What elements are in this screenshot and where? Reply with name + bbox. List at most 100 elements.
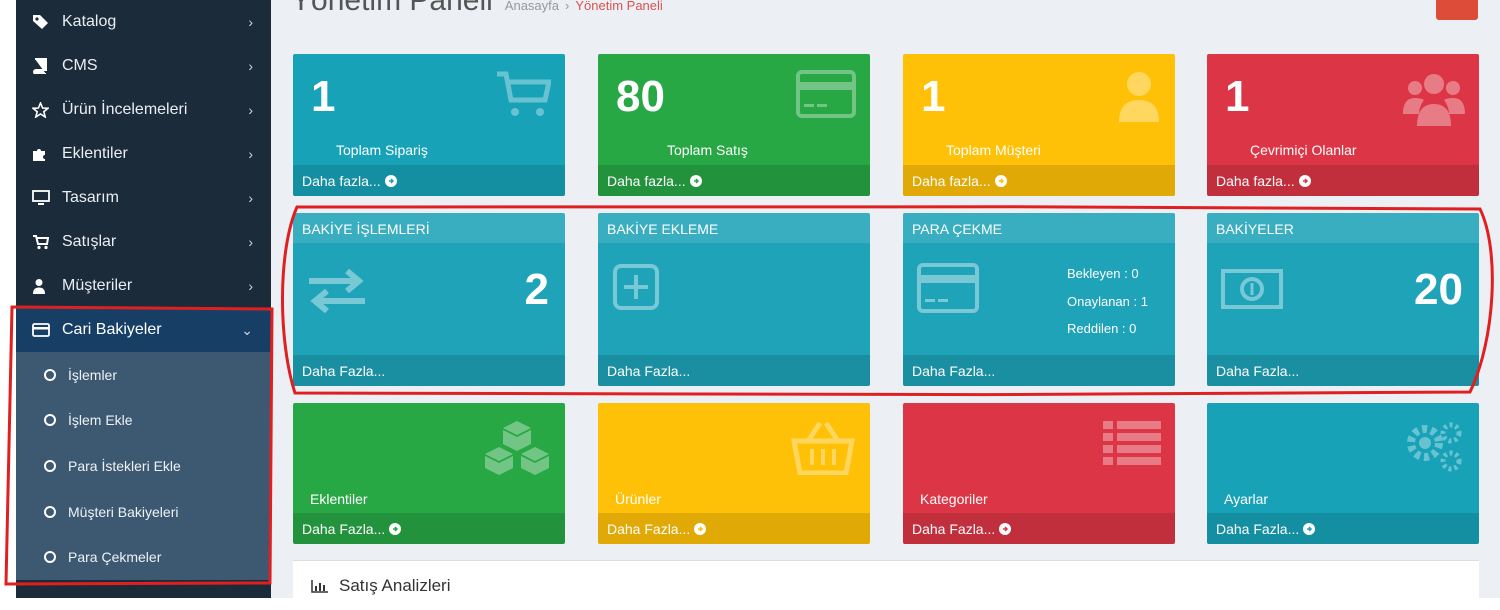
circle-icon [44, 459, 56, 472]
stat-card-customers: 1 Toplam Müşteri Daha fazla... [903, 54, 1175, 196]
sidebar-subitem-withdrawals[interactable]: Para Çekmeler [16, 534, 271, 580]
more-link-label: Daha Fazla... [607, 520, 691, 537]
stat-label: Toplam Sipariş [336, 142, 428, 158]
balance-card-transactions: BAKİYE İŞLEMLERİ 2 Daha Fazla... [293, 213, 565, 386]
more-link[interactable]: Daha fazla... [1207, 165, 1479, 196]
sidebar-subitem-label: İşlem Ekle [68, 412, 133, 429]
more-link[interactable]: Daha Fazla... [1207, 355, 1479, 386]
more-link-label: Daha Fazla... [302, 362, 386, 379]
module-label: Ayarlar [1224, 491, 1269, 507]
breadcrumb-current: Yönetim Paneli [575, 0, 663, 13]
gear-button[interactable] [1436, 0, 1478, 20]
arrow-circle-right-icon [389, 522, 402, 535]
circle-icon [44, 368, 56, 381]
more-link-label: Daha Fazla... [912, 362, 996, 379]
sidebar-item-reviews[interactable]: Ürün İncelemeleri › [16, 88, 271, 132]
balance-card-balances: BAKİYELER 20 Daha Fazla... [1207, 213, 1479, 386]
sidebar-item-label: Eklentiler [62, 145, 128, 162]
sidebar-subitem-customer-balances[interactable]: Müşteri Bakiyeleri [16, 489, 271, 535]
more-link[interactable]: Daha Fazla... [903, 355, 1175, 386]
sidebar-item-label: Ürün İncelemeleri [62, 101, 188, 118]
approved-count: Onaylanan : 1 [1067, 294, 1148, 309]
sidebar-item-plugins[interactable]: Eklentiler › [16, 132, 271, 176]
balance-value: 20 [1414, 265, 1463, 314]
stat-card-sales: 80 Toplam Satış Daha fazla... [598, 54, 870, 196]
cart-icon [495, 70, 553, 125]
balance-card-add: BAKİYE EKLEME Daha Fazla... [598, 213, 870, 386]
chevron-right-icon: › [248, 234, 253, 250]
credit-card-icon [32, 323, 62, 337]
more-link[interactable]: Daha Fazla... [598, 355, 870, 386]
puzzle-icon [32, 146, 62, 162]
chevron-right-icon: › [248, 146, 253, 162]
card-title: PARA ÇEKME [903, 213, 1175, 243]
sidebar-item-balances[interactable]: Cari Bakiyeler ⌄ [16, 308, 271, 352]
sidebar-item-label: CMS [62, 57, 98, 74]
sidebar-subitem-label: Para Çekmeler [68, 549, 162, 566]
more-link-label: Daha Fazla... [302, 520, 386, 537]
module-label: Kategoriler [920, 491, 988, 507]
card-title: BAKİYE İŞLEMLERİ [293, 213, 565, 243]
arrow-circle-right-icon [1298, 174, 1311, 187]
sidebar-item-label: Cari Bakiyeler [62, 321, 162, 338]
more-link-label: Daha fazla... [1216, 172, 1295, 189]
more-link[interactable]: Daha Fazla... [903, 513, 1175, 544]
list-icon [1103, 419, 1161, 472]
sidebar-item-sales[interactable]: Satışlar › [16, 220, 271, 264]
sidebar-submenu: İşlemler İşlem Ekle Para İstekleri Ekle … [16, 352, 271, 580]
more-link[interactable]: Daha Fazla... [293, 513, 565, 544]
users-icon [1403, 70, 1465, 131]
star-icon [32, 102, 62, 118]
circle-icon [44, 505, 56, 518]
cubes-icon [483, 419, 551, 480]
more-link[interactable]: Daha Fazla... [293, 355, 565, 386]
module-label: Ürünler [615, 491, 661, 507]
breadcrumb-home[interactable]: Anasayfa [505, 0, 559, 13]
tags-icon [32, 14, 62, 30]
circle-icon [44, 414, 56, 427]
sidebar-subitem-add-money-requests[interactable]: Para İstekleri Ekle [16, 443, 271, 489]
sidebar-item-design[interactable]: Tasarım › [16, 176, 271, 220]
stat-value: 1 [1225, 72, 1250, 121]
module-card-categories: Kategoriler Daha Fazla... [903, 403, 1175, 544]
circle-icon [44, 551, 56, 564]
more-link-label: Daha Fazla... [1216, 520, 1300, 537]
book-icon [32, 58, 62, 74]
sidebar-item-cms[interactable]: CMS › [16, 44, 271, 88]
credit-card-icon [917, 263, 979, 318]
balance-value: 2 [524, 265, 549, 314]
stat-card-online: 1 Çevrimiçi Olanlar Daha fazla... [1207, 54, 1479, 196]
stat-label: Çevrimiçi Olanlar [1250, 142, 1357, 158]
chevron-right-icon: › [248, 102, 253, 118]
chevron-down-icon: ⌄ [241, 322, 253, 338]
more-link[interactable]: Daha fazla... [903, 165, 1175, 196]
more-link-label: Daha Fazla... [1216, 362, 1300, 379]
sidebar-item-customers[interactable]: Müşteriler › [16, 264, 271, 308]
rejected-count: Reddilen : 0 [1067, 321, 1137, 336]
sales-analytics-panel: Satış Analizleri [293, 560, 1479, 610]
plus-square-icon [612, 263, 660, 316]
sidebar-subitem-label: İşlemler [68, 366, 118, 383]
more-link[interactable]: Daha Fazla... [598, 513, 870, 544]
stat-value: 1 [921, 72, 946, 121]
module-card-settings: Ayarlar Daha Fazla... [1207, 403, 1479, 544]
money-icon [1221, 269, 1283, 314]
more-link[interactable]: Daha fazla... [598, 165, 870, 196]
user-icon [1117, 70, 1161, 127]
more-link[interactable]: Daha fazla... [293, 165, 565, 196]
sidebar-subitem-transactions[interactable]: İşlemler [16, 352, 271, 398]
arrow-circle-right-icon [1303, 522, 1316, 535]
sidebar-item-label: Müşteriler [62, 277, 133, 294]
desktop-icon [32, 190, 62, 206]
user-icon [32, 278, 62, 294]
page-title: Yönetim Paneli [291, 0, 493, 17]
arrow-circle-right-icon [994, 174, 1007, 187]
arrow-circle-right-icon [689, 174, 702, 187]
arrow-circle-right-icon [384, 174, 397, 187]
module-card-plugins: Eklentiler Daha Fazla... [293, 403, 565, 544]
sidebar-item-katalog[interactable]: Katalog › [16, 0, 271, 44]
sidebar: Katalog › CMS › Ürün İncelemeleri › Ekle… [16, 0, 271, 598]
more-link-label: Daha fazla... [912, 172, 991, 189]
more-link[interactable]: Daha Fazla... [1207, 513, 1479, 544]
sidebar-subitem-add-transaction[interactable]: İşlem Ekle [16, 398, 271, 444]
